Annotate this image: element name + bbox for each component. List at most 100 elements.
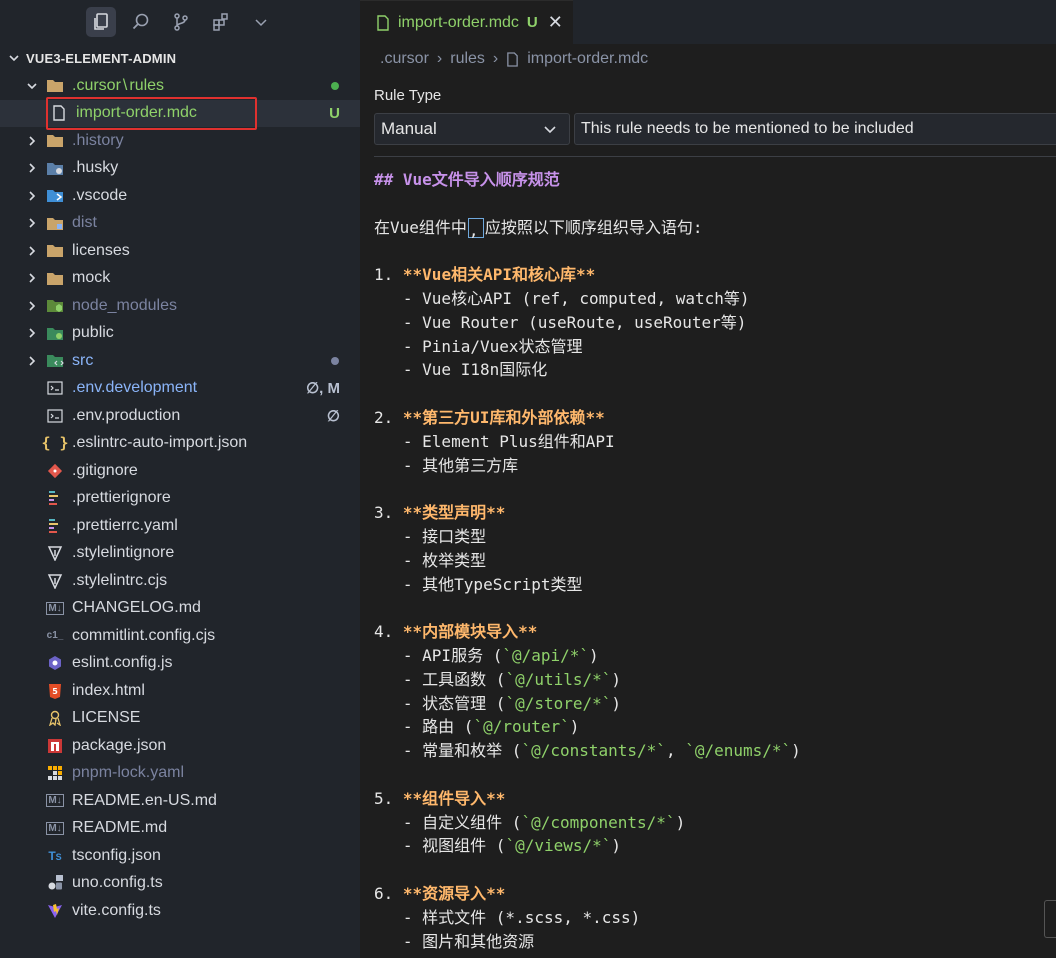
- src-folder-icon: [46, 352, 64, 370]
- tree-item-label: LICENSE: [72, 709, 141, 727]
- extensions-icon: [213, 13, 228, 31]
- chevron-down-icon: [255, 19, 267, 27]
- git-icon: [46, 462, 64, 480]
- folder-icon: [46, 269, 64, 287]
- svg-text:5: 5: [52, 687, 58, 696]
- tree-item-label: commitlint.config.cjs: [72, 626, 216, 644]
- tree-item-label: .husky: [72, 159, 119, 177]
- chevron-right-icon[interactable]: [24, 270, 40, 286]
- public-folder-icon: [46, 324, 64, 342]
- tree-folder-cursor[interactable]: .cursor \ rules: [0, 72, 360, 100]
- breadcrumb: .cursor › rules › import-order.mdc: [360, 44, 1056, 74]
- tree-file[interactable]: M↓ README.md: [0, 815, 360, 843]
- commitlint-icon: c1_: [46, 630, 64, 642]
- unocss-icon: [46, 874, 64, 892]
- husky-folder-icon: [46, 159, 64, 177]
- chevron-right-icon[interactable]: [24, 215, 40, 231]
- tree-folder-vscode[interactable]: .vscode: [0, 182, 360, 210]
- chevron-right-icon[interactable]: [24, 188, 40, 204]
- tree-file[interactable]: .prettierignore: [0, 485, 360, 513]
- tree-folder-src[interactable]: src: [0, 347, 360, 375]
- tree-item-label: .eslintrc-auto-import.json: [72, 434, 248, 452]
- markdown-icon: M↓: [46, 821, 64, 835]
- activity-bar: [0, 0, 360, 44]
- tree-file[interactable]: LICENSE: [0, 705, 360, 733]
- tree-item-label: .history: [72, 131, 124, 149]
- terminal-file-icon: [46, 407, 64, 425]
- tree-item-label: .stylelintignore: [72, 544, 175, 562]
- tree-file[interactable]: .stylelintignore: [0, 540, 360, 568]
- tree-file[interactable]: vite.config.ts: [0, 897, 360, 925]
- tree-folder-husky[interactable]: .husky: [0, 155, 360, 183]
- tree-file[interactable]: 5 index.html: [0, 677, 360, 705]
- file-tree: .cursor \ rules import-order.mdc U .history .h…: [0, 72, 360, 925]
- file-icon: [50, 104, 68, 122]
- folder-icon: [46, 77, 64, 95]
- search-icon: [132, 13, 149, 30]
- tree-file[interactable]: M↓ CHANGELOG.md: [0, 595, 360, 623]
- tree-file[interactable]: .env.development ∅, M: [0, 375, 360, 403]
- chevron-right-icon[interactable]: [24, 243, 40, 259]
- rule-description-input[interactable]: [574, 113, 1056, 145]
- breadcrumb-rules[interactable]: rules: [450, 50, 485, 68]
- editor-area: import-order.mdc U ✕ .cursor › rules › i…: [360, 0, 1056, 958]
- tree-file[interactable]: eslint.config.js: [0, 650, 360, 678]
- tree-file[interactable]: .env.production ∅: [0, 402, 360, 430]
- folder-icon: [46, 242, 64, 260]
- rule-type-select[interactable]: Manual: [374, 113, 570, 145]
- doc-heading: ## Vue文件导入顺序规范: [374, 170, 560, 189]
- tree-folder-history[interactable]: .history: [0, 127, 360, 155]
- chevron-right-icon: ›: [492, 50, 499, 67]
- tree-file[interactable]: TS tsconfig.json: [0, 842, 360, 870]
- extensions-tab[interactable]: [206, 7, 236, 37]
- breadcrumb-cursor[interactable]: .cursor: [380, 50, 429, 68]
- tree-file[interactable]: c1_ commitlint.config.cjs: [0, 622, 360, 650]
- tree-item-label: vite.config.ts: [72, 901, 161, 919]
- list-item: - 常量和枚举 (`@/constants/*`, `@/enums/*`): [374, 741, 801, 761]
- tree-folder-public[interactable]: public: [0, 320, 360, 348]
- breadcrumb-file[interactable]: import-order.mdc: [527, 50, 648, 68]
- markdown-content[interactable]: ## Vue文件导入顺序规范 在Vue组件中, 应按照以下顺序组织导入语句: 1.…: [374, 168, 1054, 953]
- tree-folder-mock[interactable]: mock: [0, 265, 360, 293]
- section-4-title: 4. **内部模块导入**: [374, 622, 538, 642]
- scroll-handle[interactable]: [1044, 900, 1056, 938]
- tree-file[interactable]: package.json: [0, 732, 360, 760]
- license-icon: [46, 709, 64, 727]
- git-status-badge: ∅: [326, 407, 340, 425]
- tree-file[interactable]: .stylelintrc.cjs: [0, 567, 360, 595]
- tree-file[interactable]: M↓ README.en-US.md: [0, 787, 360, 815]
- tree-folder-nodemodules[interactable]: node_modules: [0, 292, 360, 320]
- tree-file[interactable]: .gitignore: [0, 457, 360, 485]
- list-item: - 样式文件 (*.scss, *.css): [374, 907, 641, 927]
- tree-folder-dist[interactable]: dist: [0, 210, 360, 238]
- search-tab[interactable]: [126, 7, 156, 37]
- node-folder-icon: [46, 297, 64, 315]
- tree-file[interactable]: pnpm-lock.yaml: [0, 760, 360, 788]
- chevron-right-icon[interactable]: [24, 160, 40, 176]
- tsconfig-icon: TS: [48, 848, 62, 863]
- html5-icon: 5: [46, 682, 64, 700]
- tree-folder-licenses[interactable]: licenses: [0, 237, 360, 265]
- tree-item-label: index.html: [72, 681, 145, 699]
- tree-file[interactable]: uno.config.ts: [0, 870, 360, 898]
- tree-file[interactable]: .prettierrc.yaml: [0, 512, 360, 540]
- close-icon[interactable]: ✕: [548, 12, 563, 33]
- chevron-right-icon[interactable]: [24, 353, 40, 369]
- tab-import-order[interactable]: import-order.mdc U ✕: [360, 0, 573, 44]
- source-control-tab[interactable]: [166, 7, 196, 37]
- list-item: - Element Plus组件和API: [374, 431, 615, 451]
- chevron-down-icon[interactable]: [24, 78, 40, 94]
- list-item: - 枚举类型: [374, 550, 487, 570]
- chevron-right-icon[interactable]: [24, 133, 40, 149]
- explorer-tab[interactable]: [86, 7, 116, 37]
- chevron-right-icon: ›: [436, 50, 443, 67]
- tree-file[interactable]: { } .eslintrc-auto-import.json: [0, 430, 360, 458]
- tree-file[interactable]: import-order.mdc U: [0, 99, 360, 127]
- list-item: - 视图组件 (`@/views/*`): [374, 836, 622, 856]
- explorer-section-header[interactable]: VUE3-ELEMENT-ADMIN: [0, 44, 360, 72]
- chevron-right-icon[interactable]: [24, 298, 40, 314]
- chevron-right-icon[interactable]: [24, 325, 40, 341]
- more-views-button[interactable]: [246, 7, 276, 37]
- list-item: - Vue核心API (ref, computed, watch等): [374, 288, 750, 308]
- tab-bar: import-order.mdc U ✕: [360, 0, 1056, 44]
